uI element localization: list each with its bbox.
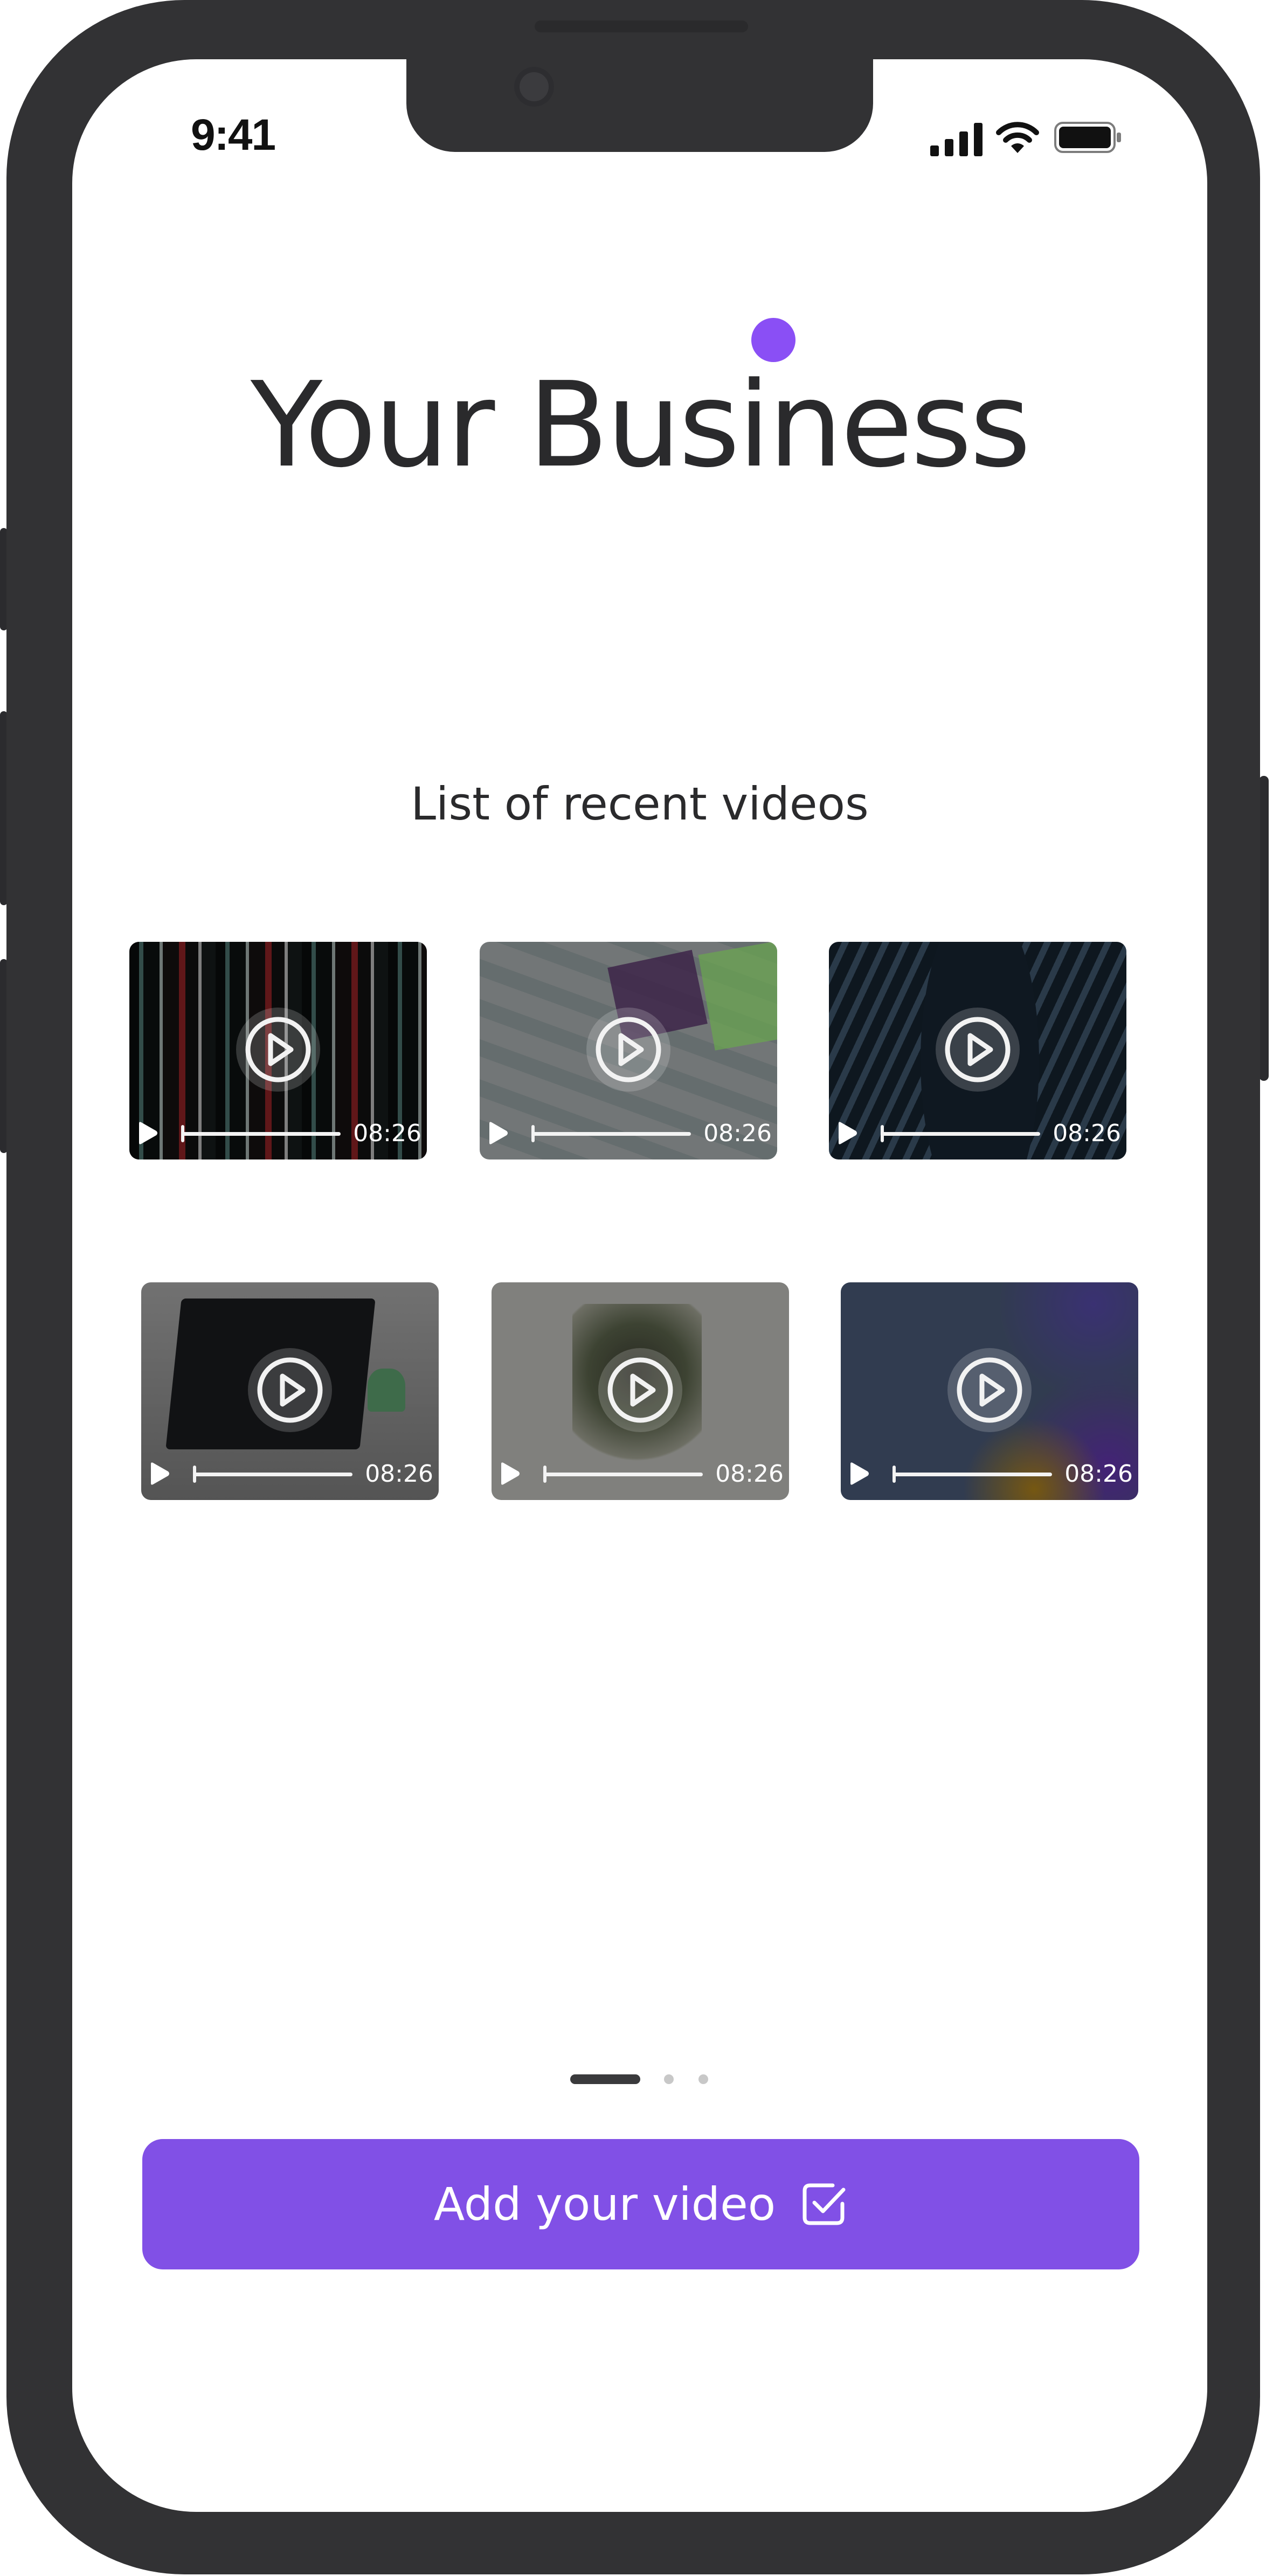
pager-dot[interactable] [664, 2074, 674, 2084]
video-card[interactable]: 08:26 [129, 942, 427, 1159]
notch [406, 59, 873, 152]
video-duration: 08:26 [353, 1120, 421, 1147]
wifi-icon [996, 122, 1039, 153]
play-icon[interactable] [847, 1462, 871, 1485]
progress-bar[interactable] [181, 1132, 341, 1136]
app-title-container: Your Business [72, 361, 1207, 490]
video-card[interactable]: 08:26 [829, 942, 1126, 1159]
pager-dot[interactable] [698, 2074, 708, 2084]
play-circle-icon[interactable] [597, 1347, 683, 1433]
progress-bar[interactable] [881, 1132, 1040, 1136]
brand-dot-icon [751, 318, 795, 362]
app-title: Your Business [251, 357, 1031, 494]
play-circle-icon[interactable] [235, 1006, 321, 1093]
play-icon[interactable] [498, 1462, 522, 1485]
play-icon[interactable] [486, 1121, 510, 1145]
progress-handle[interactable] [531, 1125, 535, 1142]
video-duration: 08:26 [703, 1120, 772, 1147]
progress-handle[interactable] [881, 1125, 884, 1142]
cellular-signal-icon [930, 123, 983, 156]
progress-handle[interactable] [193, 1466, 196, 1483]
video-duration: 08:26 [715, 1460, 784, 1488]
phone-frame: 9:41 Your Business List of recent videos… [6, 0, 1260, 2574]
progress-handle[interactable] [543, 1466, 546, 1483]
video-card[interactable]: 08:26 [841, 1282, 1138, 1500]
video-duration: 08:26 [365, 1460, 433, 1488]
checkbox-icon [802, 2183, 846, 2225]
section-title: List of recent videos [411, 777, 869, 830]
video-card[interactable]: 08:26 [141, 1282, 439, 1500]
speaker-grill [535, 20, 748, 32]
play-circle-icon[interactable] [946, 1347, 1033, 1433]
progress-handle[interactable] [893, 1466, 896, 1483]
battery-icon [1054, 122, 1121, 153]
video-card[interactable]: 08:26 [492, 1282, 789, 1500]
front-camera [514, 67, 554, 107]
video-card[interactable]: 08:26 [480, 942, 777, 1159]
progress-bar[interactable] [893, 1473, 1052, 1476]
video-duration: 08:26 [1064, 1460, 1133, 1488]
phone-screen: 9:41 Your Business List of recent videos… [72, 59, 1207, 2512]
progress-bar[interactable] [531, 1132, 691, 1136]
play-icon[interactable] [835, 1121, 859, 1145]
progress-handle[interactable] [181, 1125, 184, 1142]
progress-bar[interactable] [193, 1473, 352, 1476]
play-icon[interactable] [148, 1462, 171, 1485]
play-icon[interactable] [136, 1121, 160, 1145]
status-time: 9:41 [191, 110, 276, 159]
progress-bar[interactable] [543, 1473, 703, 1476]
play-circle-icon[interactable] [247, 1347, 333, 1433]
add-video-label: Add your video [433, 2178, 776, 2231]
pager-dot-active[interactable] [570, 2074, 640, 2084]
play-circle-icon[interactable] [585, 1006, 672, 1093]
play-circle-icon[interactable] [935, 1006, 1021, 1093]
add-video-button[interactable]: Add your video [142, 2139, 1139, 2269]
app-screen: 9:41 Your Business List of recent videos… [0, 0, 1273, 2576]
power-button [1259, 776, 1269, 1081]
video-duration: 08:26 [1053, 1120, 1121, 1147]
